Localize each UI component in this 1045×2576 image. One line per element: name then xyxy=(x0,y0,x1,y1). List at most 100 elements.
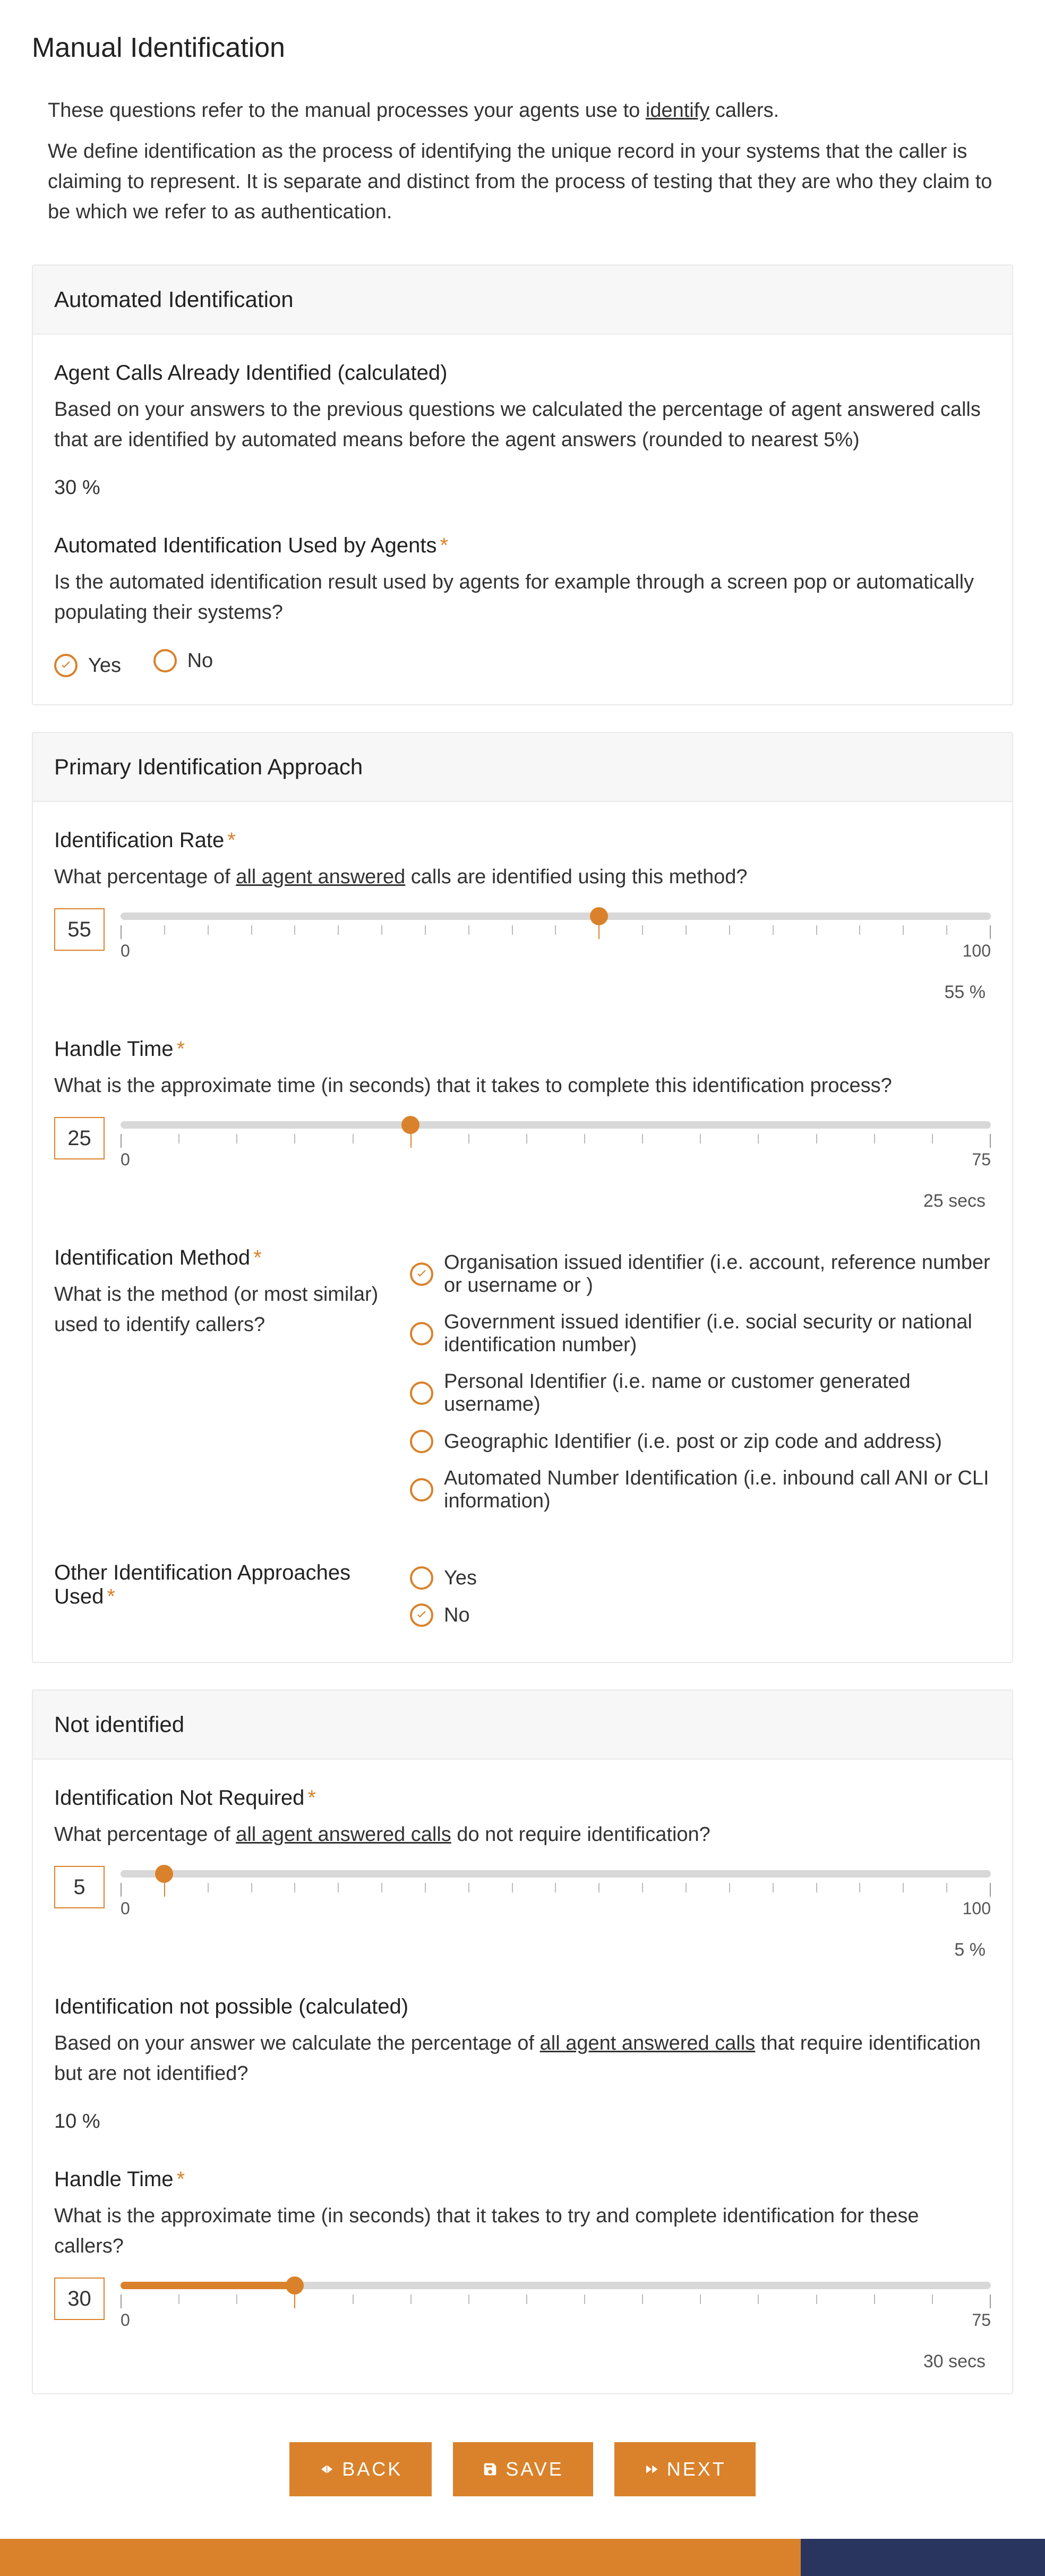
section-header: Automated Identification xyxy=(33,266,1012,335)
slider-track[interactable] xyxy=(121,1870,991,1878)
slider-readout: 55 % xyxy=(54,982,991,1003)
radio-icon xyxy=(54,654,78,677)
calculated-value: 10 % xyxy=(54,2110,991,2133)
section-not-identified: Not identified Identification Not Requir… xyxy=(32,1690,1013,2394)
radio-label: Yes xyxy=(88,654,121,677)
question-description: Based on your answer we calculate the pe… xyxy=(54,2028,991,2089)
slider-value-input[interactable]: 25 xyxy=(54,1117,105,1159)
radio-icon xyxy=(410,1430,433,1453)
radio-method-option[interactable]: Geographic Identifier (i.e. post or zip … xyxy=(410,1430,991,1453)
calculated-value: 30 % xyxy=(54,476,991,499)
section-primary-identification: Primary Identification Approach Identifi… xyxy=(32,732,1013,1663)
button-label: NEXT xyxy=(667,2458,726,2480)
radio-label: Organisation issued identifier (i.e. acc… xyxy=(444,1251,991,1297)
question-identification-method: Identification Method* What is the metho… xyxy=(54,1246,991,1526)
forward-icon xyxy=(644,2461,659,2477)
intro-paragraph-2: We define identification as the process … xyxy=(48,137,997,227)
slider-readout: 25 secs xyxy=(54,1191,991,1212)
radio-icon xyxy=(410,1322,433,1345)
question-identification-not-required: Identification Not Required* What percen… xyxy=(54,1786,991,1960)
radio-label: No xyxy=(187,650,213,672)
question-identification-rate: Identification Rate* What percentage of … xyxy=(54,829,991,1003)
slider-track[interactable] xyxy=(121,2282,991,2289)
radio-no[interactable]: No xyxy=(410,1603,991,1627)
radio-label: Government issued identifier (i.e. socia… xyxy=(444,1311,991,1357)
slider-thumb[interactable] xyxy=(590,907,608,925)
radio-icon xyxy=(153,649,177,672)
save-icon xyxy=(482,2461,498,2477)
slider-ticks xyxy=(121,925,991,939)
slider-readout: 30 secs xyxy=(54,2351,991,2372)
radio-icon xyxy=(410,1263,433,1286)
question-label: Handle Time* xyxy=(54,1037,991,1061)
next-button[interactable]: NEXT xyxy=(614,2442,756,2496)
button-label: BACK xyxy=(342,2458,402,2480)
footer-buttons: BACK SAVE NEXT xyxy=(32,2421,1013,2539)
radio-method-option[interactable]: Government issued identifier (i.e. socia… xyxy=(410,1311,991,1357)
slider-value-input[interactable]: 5 xyxy=(54,1866,105,1908)
section-automated-identification: Automated Identification Agent Calls Alr… xyxy=(32,265,1013,705)
radio-icon xyxy=(410,1381,433,1405)
bottom-bar xyxy=(0,2539,1045,2576)
question-other-approaches-used: Other Identification Approaches Used* Ye… xyxy=(54,1561,991,1641)
slider-value-input[interactable]: 30 xyxy=(54,2278,105,2320)
intro-block: These questions refer to the manual proc… xyxy=(32,96,1013,265)
question-label: Agent Calls Already Identified (calculat… xyxy=(54,361,991,385)
question-automated-used-by-agents: Automated Identification Used by Agents*… xyxy=(54,534,991,678)
question-label: Handle Time* xyxy=(54,2168,991,2191)
save-button[interactable]: SAVE xyxy=(453,2442,593,2496)
question-handle-time-notid: Handle Time* What is the approximate tim… xyxy=(54,2168,991,2372)
slider-readout: 5 % xyxy=(54,1940,991,1960)
question-description: What is the method (or most similar) use… xyxy=(54,1280,389,1340)
question-label: Automated Identification Used by Agents* xyxy=(54,534,991,558)
question-label: Identification Not Required* xyxy=(54,1786,991,1810)
radio-method-option[interactable]: Automated Number Identification (i.e. in… xyxy=(410,1467,991,1513)
slider-value-input[interactable]: 55 xyxy=(54,908,105,951)
section-header: Not identified xyxy=(33,1691,1012,1760)
question-calls-already-identified: Agent Calls Already Identified (calculat… xyxy=(54,361,991,499)
method-options: Organisation issued identifier (i.e. acc… xyxy=(410,1246,991,1526)
back-button[interactable]: BACK xyxy=(289,2442,432,2496)
radio-label: Yes xyxy=(444,1567,477,1590)
bottom-bar-orange xyxy=(0,2539,801,2576)
intro-paragraph-1: These questions refer to the manual proc… xyxy=(48,96,997,126)
slider-thumb[interactable] xyxy=(286,2276,304,2294)
question-description: Is the automated identification result u… xyxy=(54,567,991,628)
question-description: What is the approximate time (in seconds… xyxy=(54,2201,991,2262)
button-label: SAVE xyxy=(506,2458,563,2480)
question-description: What is the approximate time (in seconds… xyxy=(54,1071,991,1101)
slider-track[interactable] xyxy=(121,1121,991,1129)
radio-icon xyxy=(410,1566,433,1590)
page-title: Manual Identification xyxy=(32,32,1013,64)
rewind-icon xyxy=(319,2461,335,2477)
slider-thumb[interactable] xyxy=(401,1116,419,1134)
question-label: Identification Method* xyxy=(54,1246,389,1270)
radio-icon xyxy=(410,1603,433,1627)
slider-scale: 0100 xyxy=(121,1899,991,1918)
radio-icon xyxy=(410,1478,433,1502)
radio-label: No xyxy=(444,1604,470,1627)
bottom-bar-navy xyxy=(801,2539,1045,2576)
radio-label: Automated Number Identification (i.e. in… xyxy=(444,1467,991,1513)
slider-ticks xyxy=(121,1134,991,1148)
question-description: What percentage of all agent answered ca… xyxy=(54,862,991,892)
slider-track[interactable] xyxy=(121,912,991,920)
slider-thumb[interactable] xyxy=(155,1865,173,1883)
radio-label: Geographic Identifier (i.e. post or zip … xyxy=(444,1430,942,1453)
question-identification-not-possible: Identification not possible (calculated)… xyxy=(54,1995,991,2133)
section-header: Primary Identification Approach xyxy=(33,733,1012,802)
slider-scale: 075 xyxy=(121,2310,991,2330)
question-label: Identification not possible (calculated) xyxy=(54,1995,991,2019)
question-description: Based on your answers to the previous qu… xyxy=(54,395,991,455)
radio-no[interactable]: No xyxy=(153,649,213,672)
question-label: Other Identification Approaches Used* xyxy=(54,1561,389,1609)
question-label: Identification Rate* xyxy=(54,829,991,852)
radio-method-option[interactable]: Personal Identifier (i.e. name or custom… xyxy=(410,1370,991,1416)
radio-method-option[interactable]: Organisation issued identifier (i.e. acc… xyxy=(410,1251,991,1297)
slider-scale: 0100 xyxy=(121,941,991,961)
slider-ticks xyxy=(121,2294,991,2308)
slider-scale: 075 xyxy=(121,1150,991,1170)
question-handle-time: Handle Time* What is the approximate tim… xyxy=(54,1037,991,1212)
radio-yes[interactable]: Yes xyxy=(410,1566,991,1590)
radio-yes[interactable]: Yes xyxy=(54,654,121,677)
